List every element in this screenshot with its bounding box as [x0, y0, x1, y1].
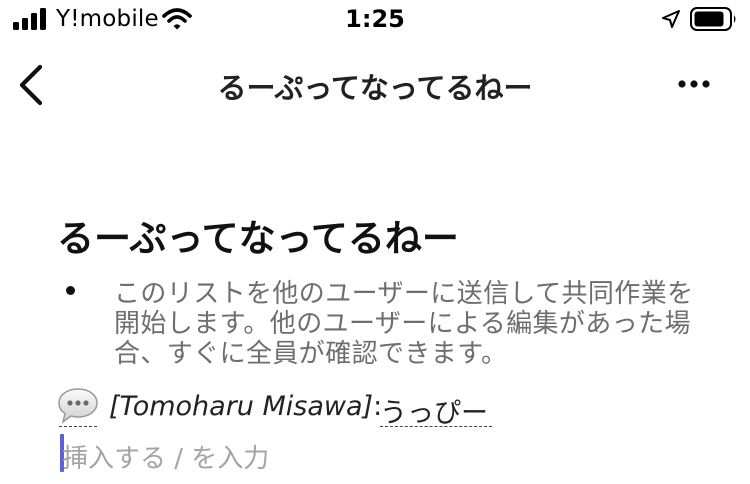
chevron-left-icon[interactable]: [16, 64, 46, 106]
navigation-bar: るーぷってなってるねー: [0, 50, 750, 120]
insert-block-input[interactable]: 挿入する / を入力: [62, 438, 269, 475]
status-bar: Y!mobile 1:25: [0, 0, 750, 40]
page-title: るーぷってなってるねー: [217, 71, 533, 105]
bullet-point-icon: [66, 286, 75, 295]
ellipsis-icon[interactable]: [676, 74, 712, 94]
icon-underline: [59, 426, 97, 427]
app-screen: Y!mobile 1:25 るーぷってなってるねー るーぷってなってるねー この: [0, 0, 750, 484]
bullet-text[interactable]: このリストを他のユーザーに送信して共同作業を開始します。他のユーザーによる編集が…: [114, 279, 704, 369]
location-arrow-icon: [662, 10, 680, 28]
status-time: 1:25: [345, 5, 405, 33]
document-title[interactable]: るーぷってなってるねー: [57, 208, 459, 262]
comment-author: [Tomoharu Misawa]:: [109, 391, 383, 422]
speech-bubble-icon: [58, 388, 98, 424]
battery-icon: [690, 7, 736, 31]
comment-text-underline: [380, 426, 492, 427]
comment-text: うっぴー: [380, 398, 488, 429]
